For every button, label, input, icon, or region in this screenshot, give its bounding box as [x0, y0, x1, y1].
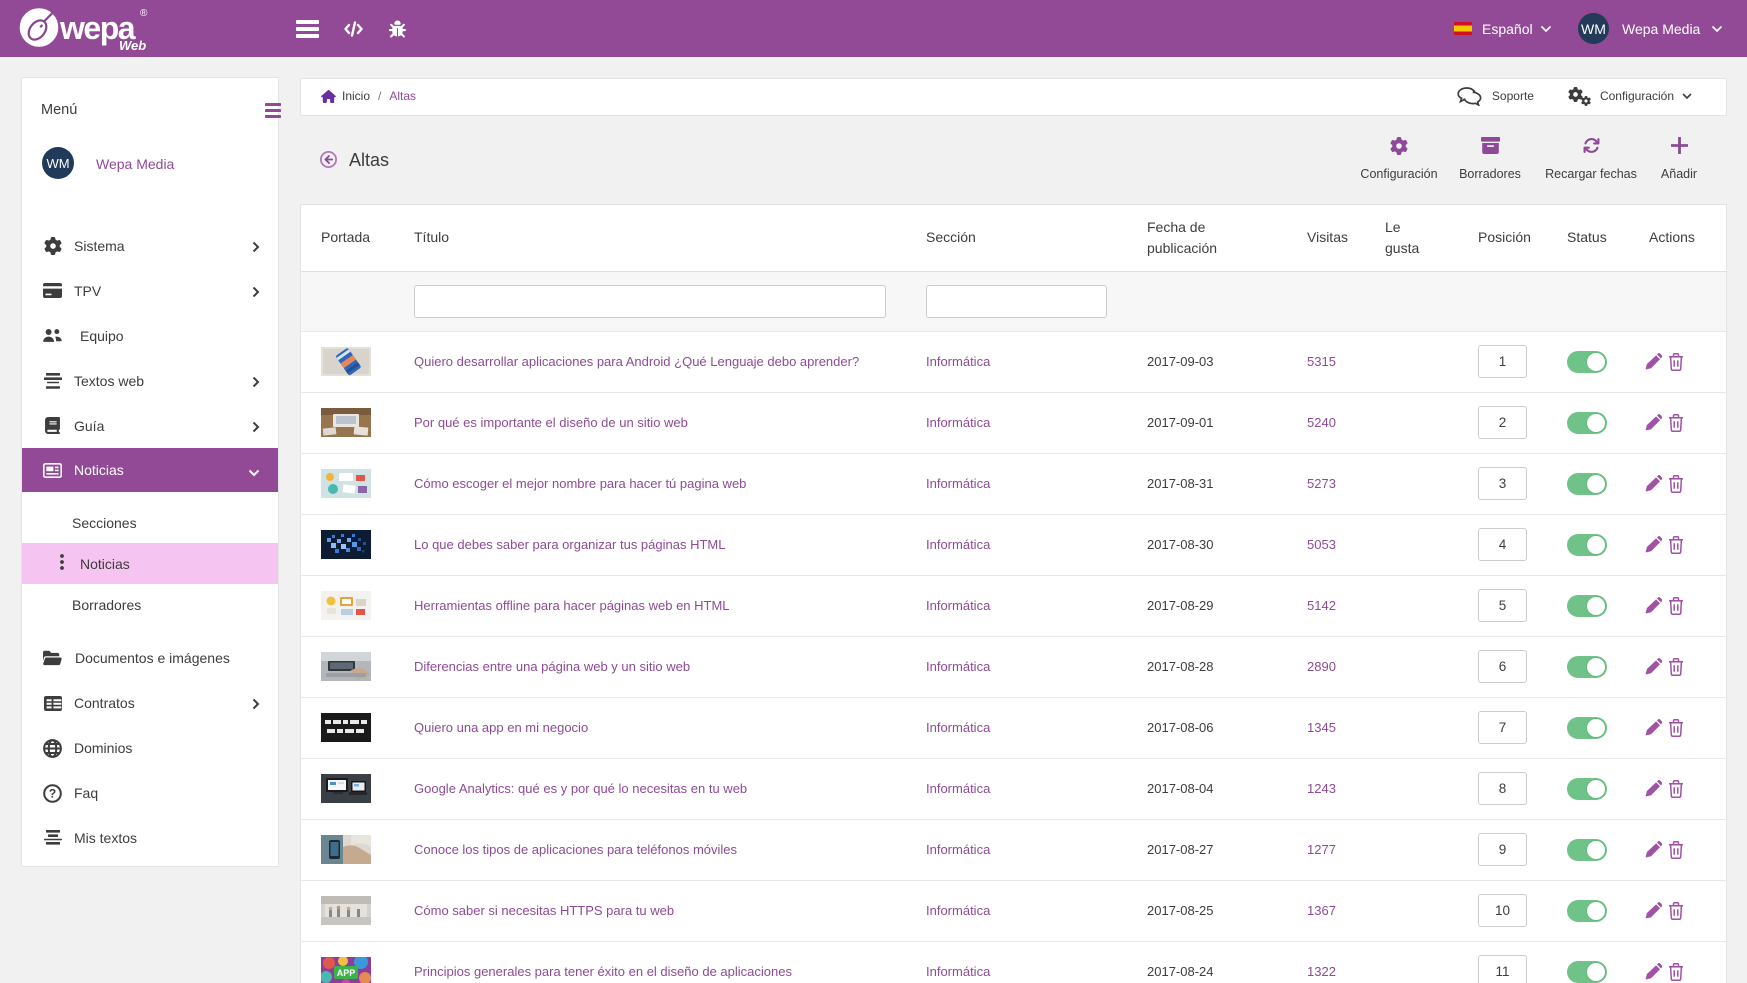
- svg-text:?: ?: [49, 786, 56, 800]
- svg-text:Web: Web: [119, 38, 146, 53]
- svg-text:APP: APP: [337, 968, 356, 978]
- svg-text:®: ®: [140, 8, 148, 19]
